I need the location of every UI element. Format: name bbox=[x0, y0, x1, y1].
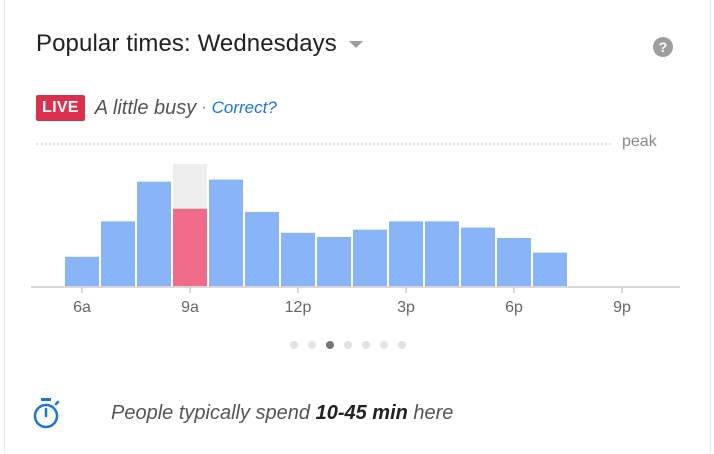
bar-7a[interactable] bbox=[101, 221, 135, 286]
dwell-time-text: People typically spend 10-45 min here bbox=[111, 402, 453, 425]
bar-4p[interactable] bbox=[425, 221, 459, 286]
page-dot[interactable] bbox=[380, 341, 388, 349]
page-dots bbox=[290, 341, 406, 349]
page-dot[interactable] bbox=[398, 341, 406, 349]
bar-10a[interactable] bbox=[209, 179, 243, 286]
peak-label: peak bbox=[622, 133, 657, 150]
live-badge: LIVE bbox=[36, 95, 85, 121]
bar-6p[interactable] bbox=[497, 238, 531, 286]
bar-11a[interactable] bbox=[245, 211, 279, 286]
bar-7p[interactable] bbox=[533, 252, 567, 286]
bar-5p[interactable] bbox=[461, 227, 495, 286]
bar-8a[interactable] bbox=[137, 181, 171, 286]
bar-live-9a[interactable] bbox=[173, 208, 207, 286]
page-dot[interactable] bbox=[326, 341, 334, 349]
dropdown-caret-icon[interactable] bbox=[348, 40, 363, 48]
page-dot[interactable] bbox=[290, 341, 298, 349]
help-icon[interactable]: ? bbox=[653, 37, 673, 57]
busy-status-text: A little busy bbox=[94, 96, 197, 119]
peak-line bbox=[36, 143, 611, 145]
bar-12p[interactable] bbox=[281, 232, 315, 286]
dwell-time-row: People typically spend 10-45 min here bbox=[31, 397, 453, 429]
separator: · bbox=[201, 99, 207, 116]
page-title[interactable]: Popular times: Wednesdays bbox=[36, 30, 337, 58]
correct-link[interactable]: Correct? bbox=[212, 98, 277, 118]
bar-3p[interactable] bbox=[389, 221, 423, 286]
page-dot[interactable] bbox=[308, 341, 316, 349]
dwell-duration: 10-45 min bbox=[315, 401, 408, 424]
page-dot[interactable] bbox=[362, 341, 370, 349]
live-status: LIVE A little busy · Correct? bbox=[36, 95, 277, 121]
bar-1p[interactable] bbox=[317, 236, 351, 286]
stopwatch-icon bbox=[33, 398, 60, 429]
dwell-suffix: here bbox=[407, 401, 454, 424]
header: Popular times: Wednesdays bbox=[36, 30, 363, 58]
bar-6a[interactable] bbox=[65, 256, 99, 286]
page-dot[interactable] bbox=[344, 341, 352, 349]
bar-2p[interactable] bbox=[353, 229, 387, 286]
dwell-prefix: People typically spend bbox=[111, 401, 316, 424]
